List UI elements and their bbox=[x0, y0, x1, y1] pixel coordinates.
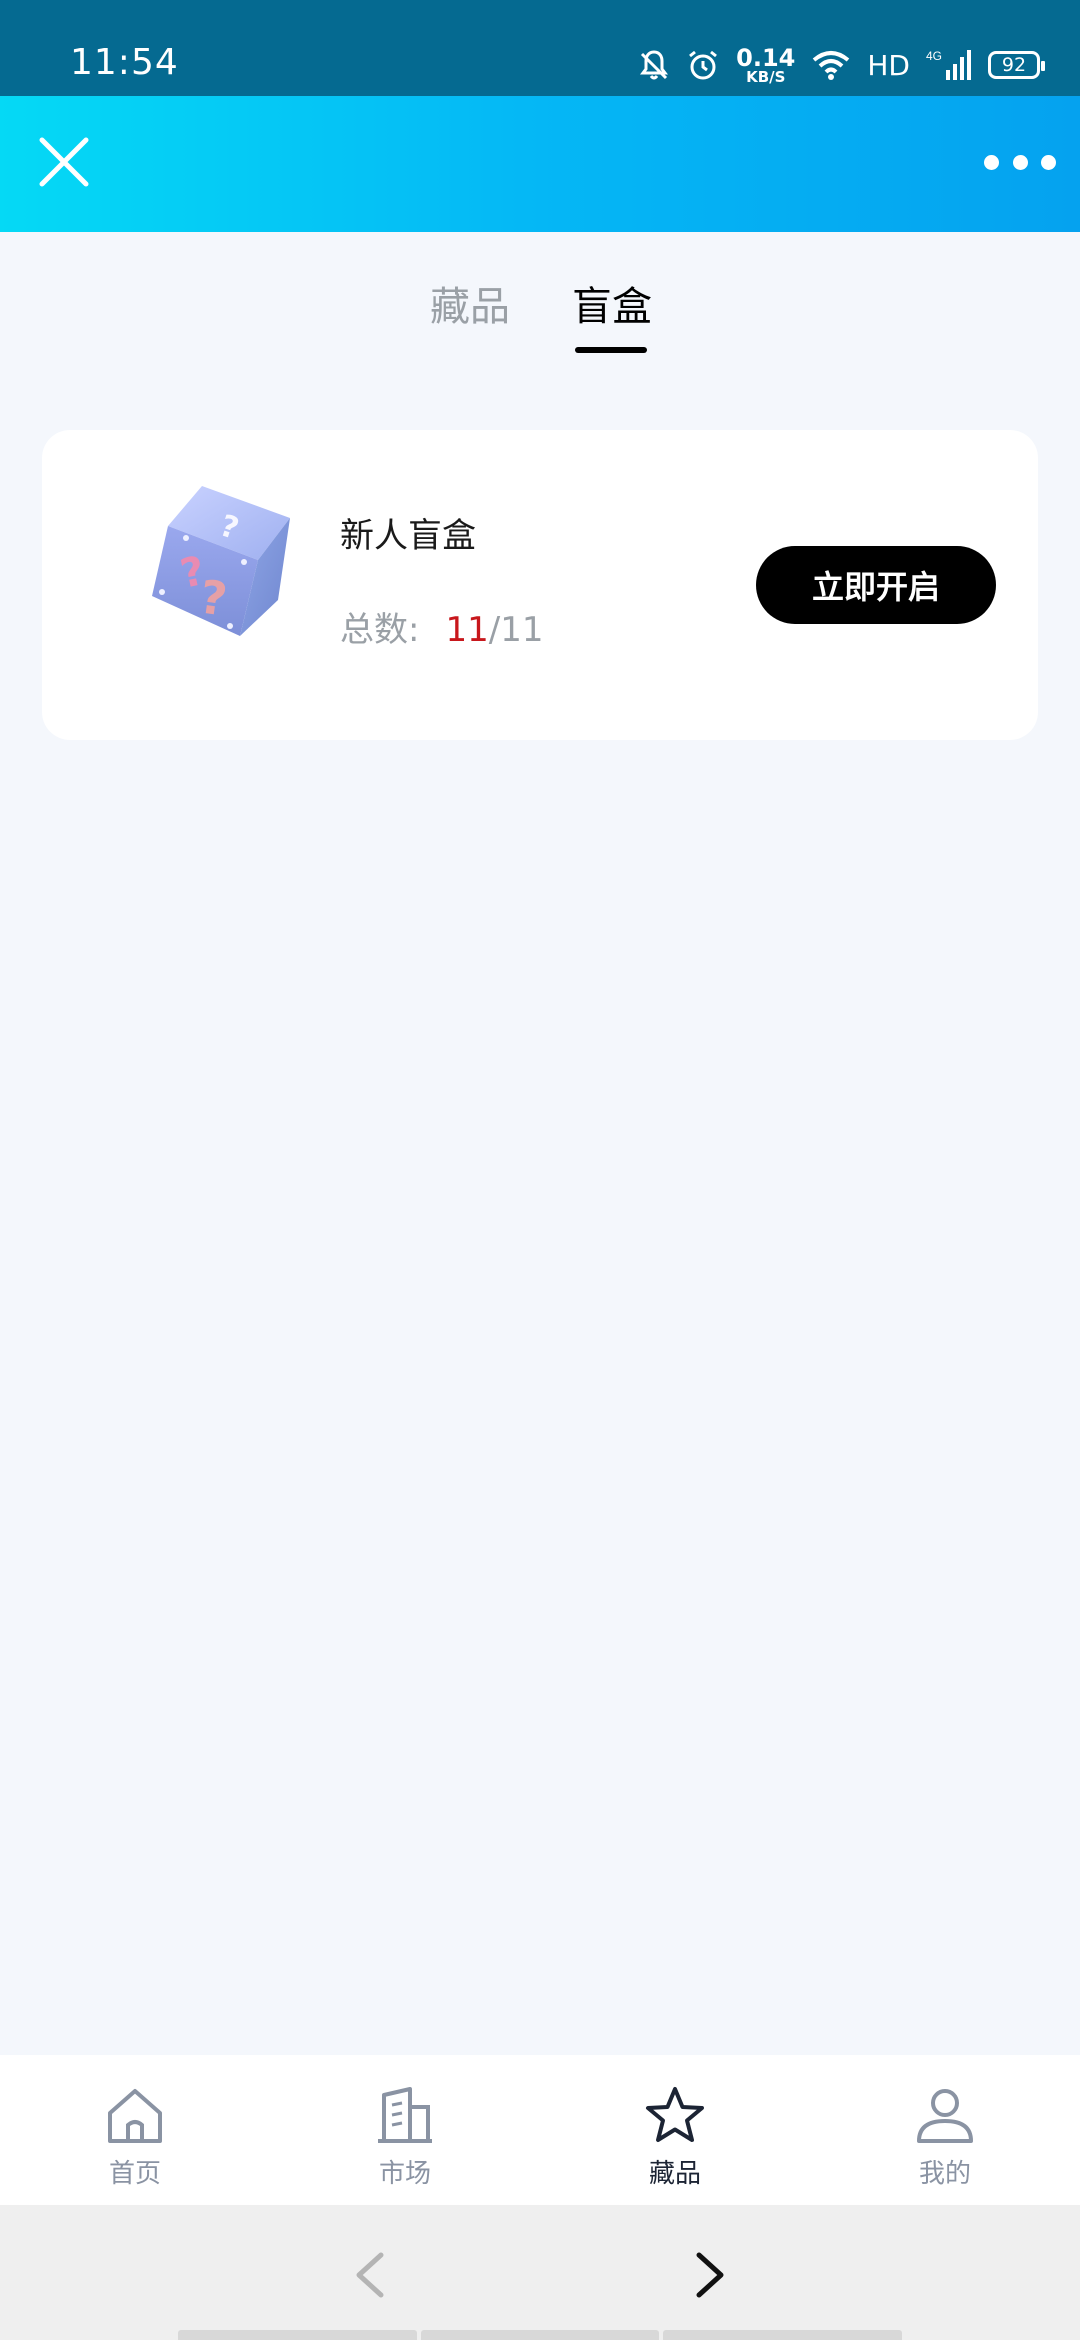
mystery-box-icon: ? ? ? bbox=[152, 486, 290, 636]
close-icon[interactable] bbox=[36, 134, 92, 190]
nav-item-mine[interactable]: 我的 bbox=[810, 2055, 1080, 2205]
forward-arrow-icon[interactable] bbox=[685, 2247, 735, 2303]
back-arrow-icon[interactable] bbox=[345, 2247, 395, 2303]
status-icons: 0.14 KB/S HD 4G 92 bbox=[638, 40, 1045, 90]
status-bar: 11:54 0.14 KB/S HD 4G 92 bbox=[0, 0, 1080, 96]
nav-item-collection[interactable]: 藏品 bbox=[540, 2055, 810, 2205]
nav-item-home[interactable]: 首页 bbox=[0, 2055, 270, 2205]
tab-collection[interactable]: 藏品 bbox=[430, 274, 510, 332]
nav-label-home: 首页 bbox=[108, 2159, 161, 2189]
dot bbox=[1012, 154, 1028, 170]
blind-box-card: ? ? ? 新人盲盒 总数: 11/11 立即开启 bbox=[42, 430, 1038, 740]
dot bbox=[984, 154, 999, 170]
wifi-icon bbox=[813, 51, 850, 80]
user-icon bbox=[917, 2089, 973, 2143]
gesture-segment bbox=[663, 2330, 903, 2340]
home-icon bbox=[108, 2089, 162, 2143]
alarm-icon bbox=[689, 50, 718, 80]
count-label: 总数: bbox=[340, 610, 420, 650]
nav-label-market: 市场 bbox=[378, 2159, 431, 2189]
battery-level: 92 bbox=[1001, 54, 1027, 76]
tab-bar: 藏品 盲盒 bbox=[0, 232, 1080, 372]
tab-blind-box[interactable]: 盲盒 bbox=[572, 274, 652, 332]
status-time: 11:54 bbox=[70, 42, 179, 83]
network-speed: 0.14 KB/S bbox=[736, 46, 795, 85]
open-now-button[interactable]: 立即开启 bbox=[756, 546, 996, 624]
network-speed-value: 0.14 bbox=[736, 43, 796, 72]
count-total: /11 bbox=[488, 610, 544, 650]
network-speed-unit: KB/S bbox=[746, 67, 786, 86]
bell-muted-icon bbox=[640, 50, 669, 80]
tab-active-indicator bbox=[575, 347, 647, 353]
star-icon bbox=[646, 2087, 704, 2142]
browser-nav-bar bbox=[0, 2205, 1080, 2340]
blind-box-count: 总数: 11/11 bbox=[340, 602, 543, 651]
app-header bbox=[0, 96, 1080, 232]
network-type: 4G bbox=[926, 49, 942, 63]
count-current: 11 bbox=[445, 610, 489, 650]
nav-label-collection: 藏品 bbox=[648, 2159, 701, 2189]
building-icon bbox=[378, 2087, 432, 2143]
nav-label-mine: 我的 bbox=[918, 2159, 971, 2189]
battery-icon: 92 bbox=[988, 51, 1045, 79]
gesture-segment bbox=[420, 2330, 660, 2340]
nav-item-market[interactable]: 市场 bbox=[270, 2055, 540, 2205]
blind-box-title: 新人盲盒 bbox=[340, 516, 476, 556]
more-dots-icon[interactable] bbox=[984, 140, 1056, 184]
bottom-nav: 首页 市场 藏品 我的 bbox=[0, 2055, 1080, 2205]
cell-signal-icon: 4G bbox=[926, 49, 971, 80]
hd-indicator: HD bbox=[867, 48, 910, 82]
gesture-segment bbox=[178, 2330, 417, 2340]
gesture-bar bbox=[178, 2330, 903, 2340]
dot bbox=[1041, 154, 1056, 170]
